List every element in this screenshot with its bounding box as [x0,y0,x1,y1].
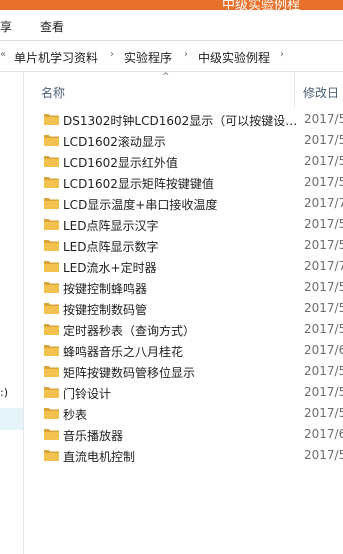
folder-icon [44,429,59,440]
chevron-right-icon[interactable]: › [184,49,188,60]
list-item[interactable]: LCD1602显示矩阵按键键值 2017/5 [38,172,343,193]
file-name: LCD1602显示红外值 [63,156,178,170]
folder-icon [44,303,59,314]
folder-icon [44,198,59,209]
folder-icon [44,387,59,398]
navigation-pane[interactable]: :) [0,72,24,554]
list-item[interactable]: 直流电机控制 2017/5 [38,445,343,466]
column-date-header[interactable]: 修改日 [303,84,339,101]
file-date: 2017/6 [304,427,343,441]
folder-icon [44,114,59,125]
column-name-header[interactable]: 名称 [41,84,65,101]
tab-share[interactable]: 享 [0,18,12,35]
ribbon: 享 查看 [0,10,343,41]
chevron-right-icon[interactable]: › [110,49,114,60]
file-name: 音乐播放器 [63,429,124,443]
list-item[interactable]: 按键控制数码管 2017/5 [38,298,343,319]
folder-icon [44,366,59,377]
file-name: LED点阵显示汉字 [63,219,159,233]
list-item[interactable]: LED点阵显示汉字 2017/5 [38,214,343,235]
list-item[interactable]: LCD1602滚动显示 2017/5 [38,130,343,151]
folder-icon [44,219,59,230]
address-bar[interactable]: « 单片机学习资料 › 实验程序 › 中级实验例程 › [0,41,343,72]
column-divider[interactable] [294,72,295,108]
file-date: 2017/5 [304,112,343,126]
list-item[interactable]: 矩阵按键数码管移位显示 2017/5 [38,361,343,382]
file-name: 门铃设计 [63,387,112,401]
folder-icon [44,177,59,188]
file-name: 按键控制数码管 [63,303,148,317]
breadcrumb-item-1[interactable]: 单片机学习资料 [14,49,98,66]
file-name: LED流水+定时器 [63,261,157,275]
file-name: 蜂鸣器音乐之八月桂花 [63,345,184,359]
list-item[interactable]: LCD显示温度+串口接收温度 2017/7 [38,193,343,214]
file-date: 2017/5 [304,406,343,420]
breadcrumb-item-2[interactable]: 实验程序 [124,49,172,66]
tab-view[interactable]: 查看 [40,18,64,35]
file-date: 2017/5 [304,217,343,231]
list-item[interactable]: 门铃设计 2017/5 [38,382,343,403]
file-name: LCD1602滚动显示 [63,135,166,149]
file-date: 2017/5 [304,175,343,189]
file-date: 2017/5 [304,385,343,399]
folder-icon [44,324,59,335]
window-title: 中级实验例程 [222,0,301,10]
list-item[interactable]: 蜂鸣器音乐之八月桂花 2017/6 [38,340,343,361]
list-item[interactable]: 定时器秒表（查询方式） 2017/5 [38,319,343,340]
chevron-right-icon[interactable]: › [280,49,284,60]
list-item[interactable]: DS1302时钟LCD1602显示（可以按键设… 2017/5 [38,109,343,130]
file-date: 2017/6 [304,343,343,357]
file-name: 秒表 [63,408,88,422]
file-name: DS1302时钟LCD1602显示（可以按键设… [63,114,298,128]
nav-item-selected[interactable] [0,408,23,430]
file-date: 2017/5 [304,364,343,378]
column-header: ^ 名称 修改日 [24,72,343,108]
file-date: 2017/5 [304,238,343,252]
file-date: 2017/7 [304,259,343,273]
file-name: 按键控制蜂鸣器 [63,282,148,296]
folder-icon [44,135,59,146]
folder-icon [44,345,59,356]
breadcrumb-item-3[interactable]: 中级实验例程 [198,49,270,66]
file-name: 直流电机控制 [63,450,136,464]
folder-icon [44,282,59,293]
file-date: 2017/5 [304,301,343,315]
list-item[interactable]: 音乐播放器 2017/6 [38,424,343,445]
list-item[interactable]: LED点阵显示数字 2017/5 [38,235,343,256]
file-name: LED点阵显示数字 [63,240,159,254]
title-bar: 中级实验例程 [0,0,343,10]
folder-icon [44,261,59,272]
list-item[interactable]: LED流水+定时器 2017/7 [38,256,343,277]
list-item[interactable]: 按键控制蜂鸣器 2017/5 [38,277,343,298]
file-name: LCD显示温度+串口接收温度 [63,198,218,212]
folder-icon [44,450,59,461]
file-date: 2017/5 [304,154,343,168]
file-date: 2017/5 [304,280,343,294]
file-name: 矩阵按键数码管移位显示 [63,366,196,380]
file-date: 2017/5 [304,322,343,336]
folder-icon [44,240,59,251]
nav-item-partial[interactable]: :) [0,386,8,399]
overflow-chevron-icon[interactable]: « [0,49,6,60]
list-item[interactable]: LCD1602显示红外值 2017/5 [38,151,343,172]
folder-icon [44,408,59,419]
file-name: LCD1602显示矩阵按键键值 [63,177,214,191]
list-item[interactable]: 秒表 2017/5 [38,403,343,424]
file-date: 2017/5 [304,133,343,147]
file-date: 2017/7 [304,196,343,210]
folder-icon [44,156,59,167]
file-name: 定时器秒表（查询方式） [63,324,196,338]
sort-ascending-icon[interactable]: ^ [162,72,170,82]
file-date: 2017/5 [304,448,343,462]
